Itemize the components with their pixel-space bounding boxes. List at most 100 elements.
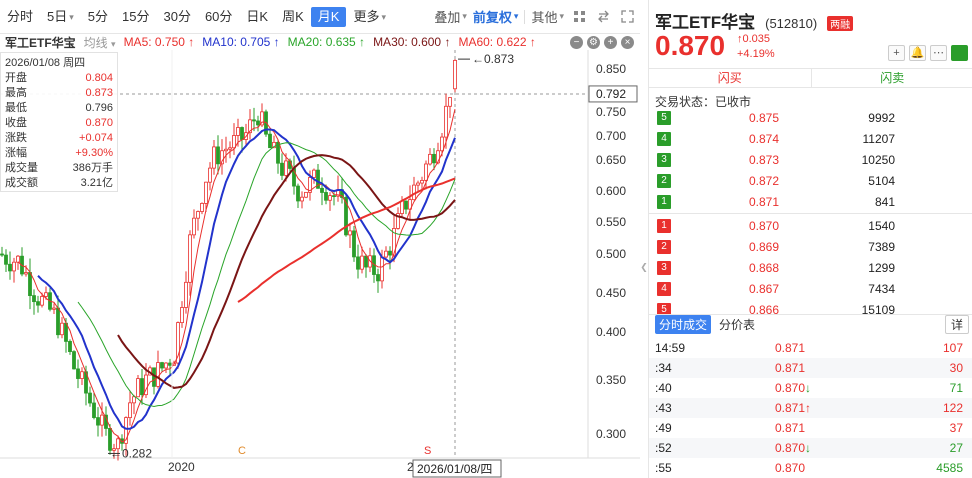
info-key: 最低	[5, 102, 27, 114]
y-tick-label: 0.750	[596, 105, 626, 119]
ask-row[interactable]: 5 0.875 9992	[649, 107, 972, 128]
plus-icon[interactable]: +	[604, 35, 617, 49]
tab-more[interactable]: 更多 ▾	[346, 7, 393, 27]
ohlc-info-box: 2026/01/08 周四 开盘 0.804 最高 0.873 最低 0.796 收盘 0.8…	[0, 52, 118, 192]
bid-row[interactable]: 1 0.870 1540	[649, 215, 972, 236]
bid-row[interactable]: 2 0.869 7389	[649, 236, 972, 257]
candle-body	[232, 135, 236, 149]
x-label: 2020	[168, 460, 195, 474]
tab-5min[interactable]: 5分	[81, 7, 115, 27]
candle-body	[180, 307, 184, 324]
tab-week-k[interactable]: 周K	[275, 7, 311, 27]
tab-60min[interactable]: 60分	[198, 7, 239, 27]
arrow-down-icon: ↓	[805, 381, 812, 395]
tick-row: :55 0.870 4585	[649, 458, 972, 478]
tab-15min[interactable]: 15分	[115, 7, 156, 27]
candle-body	[36, 301, 40, 306]
tick-row: :43 0.871↑ 122	[649, 398, 972, 418]
level-badge: 4	[657, 281, 671, 296]
ask-row[interactable]: 1 0.871 841	[649, 191, 972, 212]
flash-buy-button[interactable]: 闪买	[649, 69, 812, 87]
info-key: 最高	[5, 87, 27, 99]
level-badge: 3	[657, 152, 671, 167]
last-price: 0.870	[655, 30, 726, 61]
ma-mode-select[interactable]: 均线 ▾	[84, 34, 116, 51]
tab-intraday[interactable]: 分时	[0, 7, 40, 27]
info-value: +0.074	[79, 132, 113, 144]
level-badge: 1	[657, 194, 671, 209]
tick-price: 0.870↓	[775, 381, 812, 395]
y-tick-label: 0.600	[596, 184, 626, 198]
tab-5day[interactable]: 5日 ▾	[40, 7, 81, 27]
info-value: 0.873	[85, 87, 113, 99]
trade-icon[interactable]	[951, 45, 968, 61]
alert-bell-icon[interactable]: 🔔	[909, 45, 926, 61]
tab-price-table[interactable]: 分价表	[719, 316, 755, 333]
candle-body	[324, 192, 328, 201]
tab-month-k[interactable]: 月K	[310, 6, 347, 27]
book-volume: 1299	[868, 260, 895, 275]
info-rows: 开盘 0.804 最高 0.873 最低 0.796 收盘 0.870 涨跌 +0.074 涨幅 +9…	[1, 71, 117, 191]
candle-body	[400, 200, 404, 214]
ma20-line	[77, 142, 456, 408]
candle-body	[92, 402, 96, 418]
chart-controls: − ⚙ + ×	[570, 35, 640, 49]
candle-body	[16, 255, 20, 263]
tab-tick-trades[interactable]: 分时成交	[655, 315, 712, 334]
detail-button[interactable]: 详	[944, 315, 969, 334]
bid-row[interactable]: 3 0.868 1299	[649, 257, 972, 278]
tab-day-k[interactable]: 日K	[239, 7, 275, 27]
bid-row[interactable]: 4 0.867 7434	[649, 278, 972, 299]
candle-body	[404, 200, 408, 210]
book-volume: 5104	[868, 173, 895, 188]
tick-time: :49	[655, 421, 672, 435]
candle-body	[252, 119, 256, 122]
close-icon[interactable]: ×	[621, 35, 634, 49]
tick-volume: 71	[949, 381, 963, 395]
candle-body	[432, 153, 436, 164]
level-badge: 1	[657, 218, 671, 233]
adjust-label: 前复权	[472, 10, 512, 25]
book-volume: 7389	[868, 239, 895, 254]
tab-30min[interactable]: 30分	[156, 7, 197, 27]
flash-sell-button[interactable]: 闪卖	[812, 69, 972, 87]
candle-body	[280, 162, 284, 176]
candle-body	[228, 147, 232, 150]
tick-price: 0.870	[775, 461, 806, 475]
ask-row[interactable]: 4 0.874 11207	[649, 128, 972, 149]
settings-icon[interactable]: ⚙	[587, 35, 600, 49]
more-icon[interactable]: ⋯	[930, 45, 947, 61]
other-button[interactable]: 其他 ▾	[531, 7, 564, 26]
overlay-button[interactable]: 叠加 ▾	[434, 7, 467, 26]
tick-time: :55	[655, 461, 672, 475]
candle-body	[444, 105, 448, 138]
app-root: 分时 5日 ▾ 5分 15分 30分 60分 日K 周K 月K 更多 ▾ 叠加 ▾ 前…	[0, 0, 972, 478]
ask-row[interactable]: 2 0.872 5104	[649, 170, 972, 191]
add-watchlist-icon[interactable]: +	[888, 45, 905, 61]
y-tick-label: 0.550	[596, 215, 626, 229]
ask-row[interactable]: 3 0.873 10250	[649, 149, 972, 170]
ma30-label: MA30: 0.600 ↑	[373, 35, 451, 49]
adjust-button[interactable]: 前复权 ▾	[473, 7, 519, 26]
candle-body	[56, 307, 60, 336]
book-volume: 7434	[868, 281, 895, 296]
panel-collapse-icon[interactable]: ❮	[640, 262, 648, 273]
book-price: 0.871	[748, 194, 779, 209]
grid-icon[interactable]	[570, 8, 588, 26]
tick-tabs: 分时成交 分价表 详	[649, 314, 972, 334]
candle-body	[72, 351, 76, 370]
candle-body	[60, 322, 64, 336]
candle-body	[256, 120, 260, 126]
tab-5day-label: 5日	[47, 8, 68, 24]
info-key: 涨幅	[5, 147, 27, 159]
ma20-label: MA20: 0.635 ↑	[287, 35, 366, 49]
tick-time: :34	[655, 361, 672, 375]
fullscreen-icon[interactable]	[618, 8, 636, 26]
minus-icon[interactable]: −	[570, 35, 583, 49]
order-book: 5 0.875 9992 4 0.874 11207 3 0.873 10250 2 0.872 51…	[649, 107, 972, 320]
high-label: ←0.873	[472, 52, 514, 66]
chevron-down-icon: ▾	[513, 11, 519, 21]
marker-s: S	[424, 445, 431, 457]
swap-icon[interactable]	[594, 8, 612, 26]
info-key: 收盘	[5, 117, 27, 129]
